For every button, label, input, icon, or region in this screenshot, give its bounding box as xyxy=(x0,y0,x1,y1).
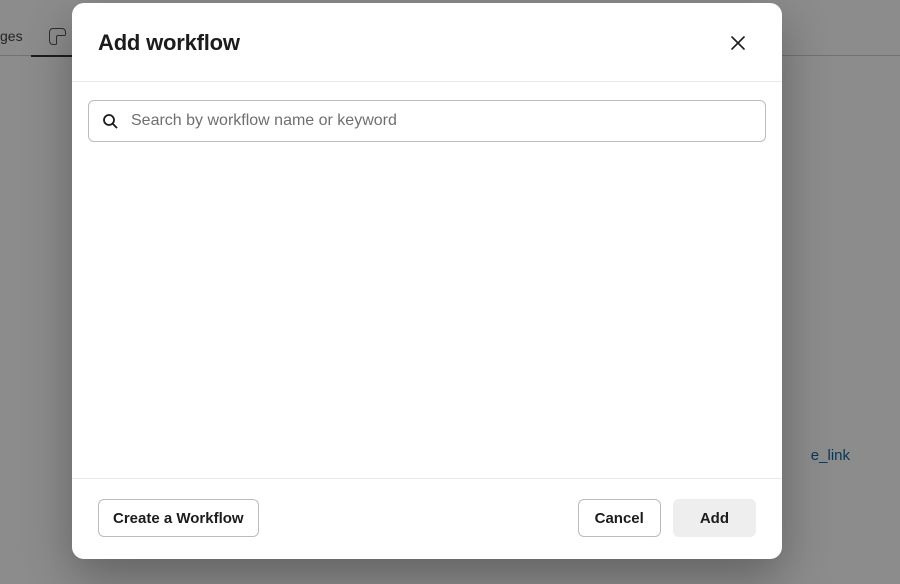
close-icon xyxy=(729,34,747,52)
search-input[interactable] xyxy=(88,100,766,142)
search-field-wrap xyxy=(88,100,766,142)
modal-footer: Create a Workflow Cancel Add xyxy=(72,478,782,559)
modal-body xyxy=(72,82,782,478)
cancel-button[interactable]: Cancel xyxy=(578,499,661,537)
modal-header: Add workflow xyxy=(72,3,782,82)
add-workflow-modal: Add workflow Create a Workflow Cancel Ad… xyxy=(72,3,782,559)
add-button[interactable]: Add xyxy=(673,499,756,537)
modal-title: Add workflow xyxy=(98,30,240,56)
search-icon xyxy=(102,113,118,129)
close-button[interactable] xyxy=(720,25,756,61)
footer-actions: Cancel Add xyxy=(578,499,756,537)
create-workflow-button[interactable]: Create a Workflow xyxy=(98,499,259,537)
